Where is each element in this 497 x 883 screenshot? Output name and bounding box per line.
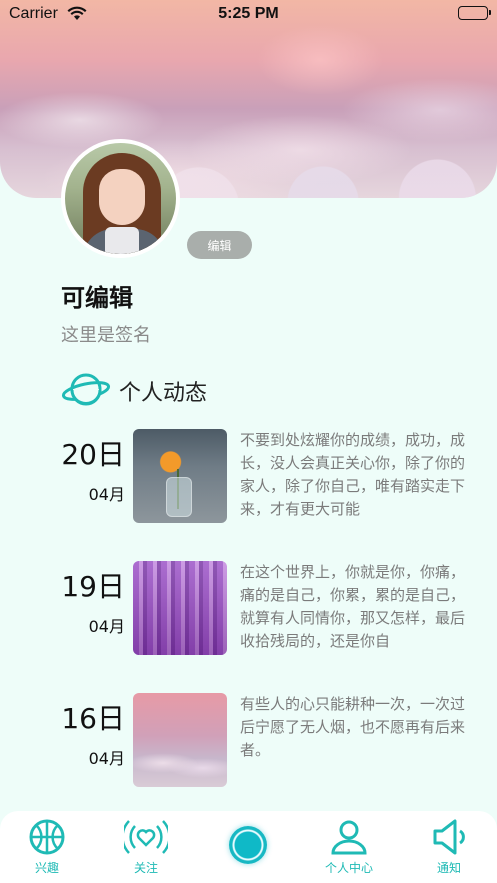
section-title: 个人动态 [119, 381, 208, 406]
post-item[interactable]: 19日 04月 在这个世界上，你就是你，你痛，痛的是自己，你累，累的是自己，就算… [0, 561, 497, 657]
post-image[interactable] [133, 429, 227, 523]
post-text: 有些人的心只能耕种一次，一次过后宁愿了无人烟，也不愿再有后来者。 [240, 695, 466, 759]
speaker-icon [419, 817, 479, 857]
post-text: 在这个世界上，你就是你，你痛，痛的是自己，你累，累的是自己，就算有人同情你，那又… [240, 563, 466, 650]
tab-label: 关注 [133, 861, 158, 875]
battery-icon [458, 6, 491, 20]
post-month: 04月 [88, 485, 125, 504]
tab-profile[interactable]: 个人中心 [319, 817, 379, 876]
tab-label: 兴趣 [34, 861, 59, 875]
section-header: 个人动态 [61, 371, 207, 411]
post-day: 20日 [61, 438, 125, 471]
edit-profile-button[interactable]: 编辑 [187, 231, 252, 259]
heart-broadcast-icon [116, 817, 176, 857]
tab-label: 通知 [436, 861, 461, 875]
tab-interest[interactable]: 兴趣 [17, 817, 77, 876]
tab-follow[interactable]: 关注 [116, 817, 176, 876]
clock: 5:25 PM [218, 5, 279, 22]
tab-notifications[interactable]: 通知 [419, 817, 479, 876]
post-image[interactable] [133, 693, 227, 787]
center-circle-icon[interactable] [229, 826, 267, 864]
username: 可编辑 [61, 284, 133, 312]
post-item[interactable]: 20日 04月 不要到处炫耀你的成绩，成功，成长，没人会真正关心你，除了你的家人… [0, 429, 497, 525]
post-day: 19日 [61, 570, 125, 603]
post-text: 不要到处炫耀你的成绩，成功，成长，没人会真正关心你，除了你的家人，除了你自己，唯… [240, 431, 466, 518]
post-item[interactable]: 16日 04月 有些人的心只能耕种一次，一次过后宁愿了无人烟，也不愿再有后来者。 [0, 693, 497, 789]
post-day: 16日 [61, 702, 125, 735]
signature: 这里是签名 [61, 325, 151, 346]
avatar[interactable] [61, 139, 180, 258]
status-bar: Carrier 5:25 PM [0, 0, 497, 28]
tab-label: 个人中心 [324, 861, 373, 875]
post-month: 04月 [88, 749, 125, 768]
planet-icon [61, 369, 111, 413]
post-month: 04月 [88, 617, 125, 636]
basketball-icon [17, 817, 77, 857]
post-image[interactable] [133, 561, 227, 655]
person-icon [319, 817, 379, 857]
